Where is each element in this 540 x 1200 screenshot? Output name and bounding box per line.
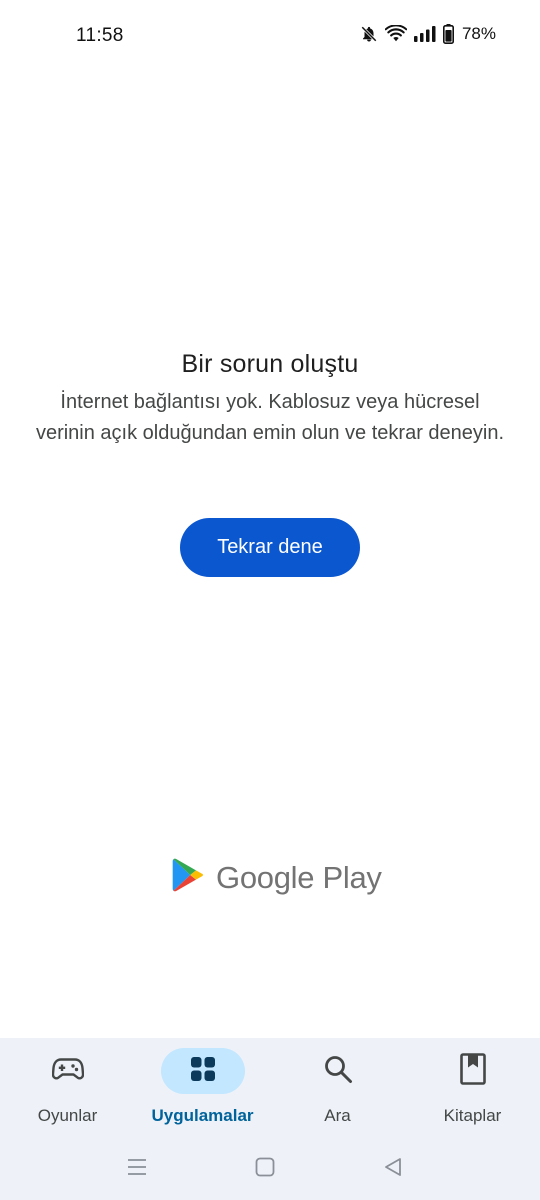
nav-item-books[interactable]: Kitaplar <box>405 1048 540 1148</box>
nav-pill <box>431 1048 515 1094</box>
error-message-block: Bir sorun oluştu İnternet bağlantısı yok… <box>0 350 540 449</box>
gamepad-icon <box>51 1057 84 1086</box>
nav-label: Oyunlar <box>37 1106 98 1125</box>
wifi-icon <box>384 25 407 43</box>
nav-label: Ara <box>324 1106 351 1125</box>
signal-icon <box>413 26 436 42</box>
battery-percent: 78% <box>461 24 496 43</box>
book-icon <box>459 1052 486 1090</box>
nav-pill <box>26 1048 110 1094</box>
nav-pill <box>296 1048 380 1094</box>
nav-label: Uygulamalar <box>151 1106 254 1125</box>
battery-icon <box>442 24 454 44</box>
retry-button[interactable]: Tekrar dene <box>180 518 360 577</box>
status-time: 11:58 <box>76 25 124 46</box>
apps-grid-icon <box>190 1056 216 1087</box>
search-icon <box>323 1054 353 1089</box>
back-icon[interactable] <box>376 1150 410 1184</box>
play-logo-icon <box>172 858 204 897</box>
nav-item-apps[interactable]: Uygulamalar <box>135 1048 270 1148</box>
error-description: İnternet bağlantısı yok. Kablosuz veya h… <box>35 391 505 444</box>
nav-item-search[interactable]: Ara <box>270 1048 405 1148</box>
status-bar: 11:58 78% <box>0 0 540 72</box>
nav-item-games[interactable]: Oyunlar <box>0 1048 135 1148</box>
status-icons: 78% <box>360 24 496 44</box>
home-icon[interactable] <box>248 1150 282 1184</box>
nav-pill-active <box>160 1048 245 1094</box>
system-navigation-bar <box>0 1150 540 1184</box>
brand-text: Google Play <box>216 859 382 895</box>
google-play-brand: Google Play <box>172 858 382 897</box>
bell-off-icon <box>360 25 378 43</box>
nav-label: Kitaplar <box>443 1106 502 1125</box>
error-title: Bir sorun oluştu <box>181 350 359 378</box>
menu-icon[interactable] <box>120 1150 154 1184</box>
